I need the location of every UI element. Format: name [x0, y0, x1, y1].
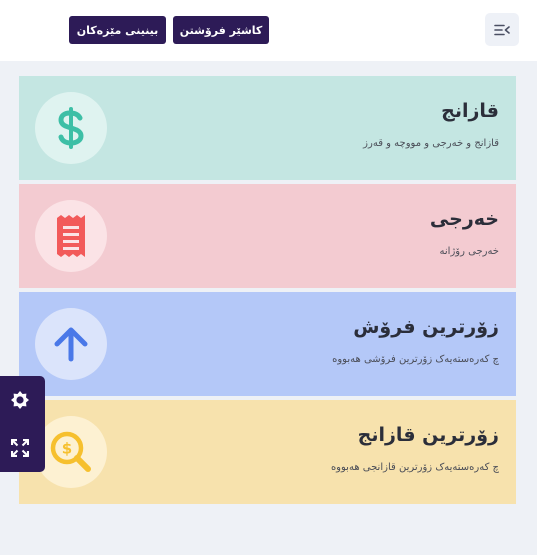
theme-toggle-button[interactable] — [7, 387, 33, 413]
fullscreen-button[interactable] — [7, 435, 33, 461]
top-sales-icon-circle — [35, 308, 107, 380]
top-profit-card[interactable]: زۆرترین قازانج چ کەرەستەیەک زۆرترین قازا… — [19, 400, 516, 504]
expenses-icon-circle — [35, 200, 107, 272]
top-profit-card-subtitle: چ کەرەستەیەک زۆرترین قازانجی هەبووە — [330, 462, 499, 473]
side-tools-panel — [0, 376, 45, 472]
profit-card-text: قازانج قازانج و خەرجی و مووچە و قەرز — [169, 76, 499, 180]
profit-card-title: قازانج — [441, 100, 499, 122]
profit-icon-circle — [35, 92, 107, 164]
top-sales-card-text: زۆرترین فرۆش چ کەرەستەیەک زۆرترین فرۆشی … — [169, 292, 499, 396]
top-profit-card-text: زۆرترین قازانج چ کەرەستەیەک زۆرترین قازا… — [169, 400, 499, 504]
top-sales-card-subtitle: چ کەرەستەیەک زۆرترین فرۆشی هەبووە — [332, 354, 499, 365]
profit-card[interactable]: قازانج قازانج و خەرجی و مووچە و قەرز — [19, 76, 516, 180]
arrow-up-icon — [54, 327, 88, 362]
search-dollar-icon: $ — [50, 431, 91, 472]
cashier-sales-button[interactable]: کاشێر فرۆشتن — [173, 16, 269, 44]
profit-card-subtitle: قازانج و خەرجی و مووچە و قەرز — [363, 138, 499, 149]
top-sales-card-title: زۆرترین فرۆش — [353, 316, 499, 338]
brightness-icon — [11, 391, 29, 409]
expenses-card-title: خەرجی — [429, 208, 499, 230]
expenses-card-subtitle: خەرجی رۆژانە — [439, 246, 499, 257]
svg-text:$: $ — [62, 440, 72, 458]
menu-collapse-icon — [494, 24, 510, 35]
fullscreen-icon — [11, 439, 29, 457]
top-bar: کاشێر فرۆشتن بینینی مێزەکان — [0, 0, 537, 61]
dollar-icon — [58, 107, 84, 149]
expenses-card-text: خەرجی خەرجی رۆژانە — [169, 184, 499, 288]
menu-toggle-button[interactable] — [485, 13, 519, 46]
receipt-icon — [57, 215, 85, 257]
top-profit-card-title: زۆرترین قازانج — [357, 424, 499, 446]
view-tables-button[interactable]: بینینی مێزەکان — [69, 16, 166, 44]
top-sales-card[interactable]: زۆرترین فرۆش چ کەرەستەیەک زۆرترین فرۆشی … — [19, 292, 516, 396]
top-profit-icon-circle: $ — [35, 416, 107, 488]
expenses-card[interactable]: خەرجی خەرجی رۆژانە — [19, 184, 516, 288]
